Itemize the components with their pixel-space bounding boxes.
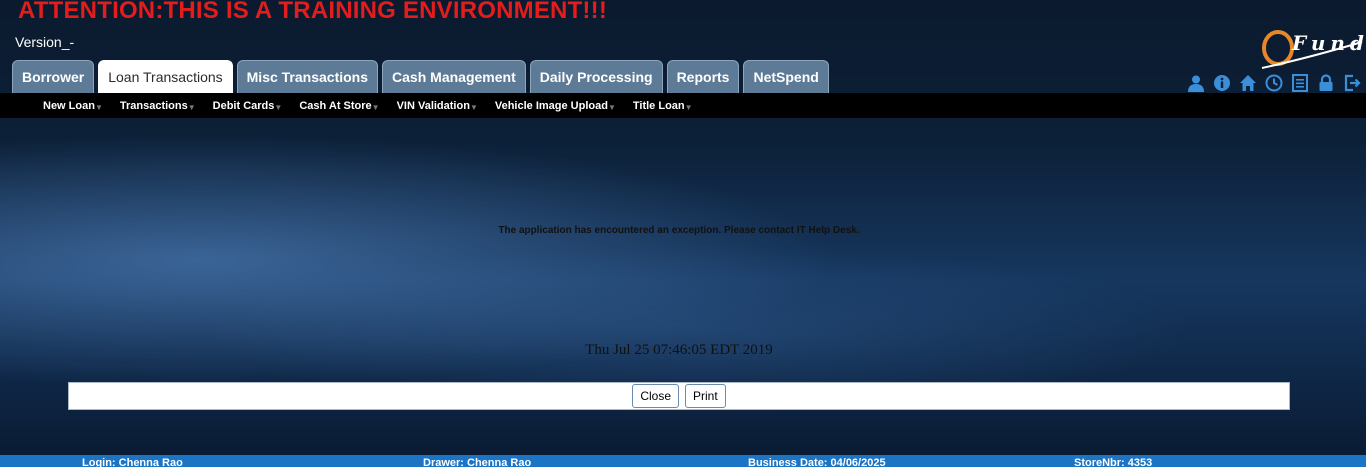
menu-vehicle-image-upload[interactable]: Vehicle Image Upload▼: [495, 100, 616, 112]
caret-down-icon: ▼: [684, 102, 693, 112]
top-icon-bar: [1186, 73, 1362, 93]
footer-business-date: Business Date: 04/06/2025: [748, 457, 886, 467]
tab-daily-processing[interactable]: Daily Processing: [529, 60, 663, 93]
menu-debit-cards[interactable]: Debit Cards▼: [213, 100, 283, 112]
lock-icon[interactable]: [1316, 73, 1336, 93]
caret-down-icon: ▼: [94, 102, 103, 112]
sub-navigation: New Loan▼ Transactions▼ Debit Cards▼ Cas…: [0, 93, 1366, 118]
tab-misc-transactions[interactable]: Misc Transactions: [236, 60, 379, 93]
menu-cash-at-store[interactable]: Cash At Store▼: [299, 100, 379, 112]
tab-cash-management[interactable]: Cash Management: [382, 60, 526, 93]
logo-text: Fund: [1292, 31, 1366, 55]
menu-vin-validation[interactable]: VIN Validation▼: [397, 100, 478, 112]
home-icon[interactable]: [1238, 73, 1258, 93]
clock-icon[interactable]: [1264, 73, 1284, 93]
tab-borrower[interactable]: Borrower: [12, 60, 95, 93]
version-label: Version_-: [15, 34, 75, 50]
close-button[interactable]: Close: [632, 384, 679, 408]
print-button[interactable]: Print: [685, 384, 726, 408]
logout-icon[interactable]: [1342, 73, 1362, 93]
list-icon[interactable]: [1290, 73, 1310, 93]
user-icon[interactable]: [1186, 73, 1206, 93]
caret-down-icon: ▼: [607, 102, 616, 112]
button-bar: Close Print: [68, 382, 1290, 410]
tab-loan-transactions[interactable]: Loan Transactions: [98, 60, 233, 93]
timestamp: Thu Jul 25 07:46:05 EDT 2019: [585, 342, 773, 358]
footer-store-number: StoreNbr: 4353: [1074, 457, 1153, 467]
main-tabs: Borrower Loan Transactions Misc Transact…: [12, 60, 829, 93]
footer-drawer: Drawer: Chenna Rao: [423, 457, 532, 467]
info-icon[interactable]: [1212, 73, 1232, 93]
footer-login: Login: Chenna Rao: [82, 457, 183, 467]
training-banner: ATTENTION:THIS IS A TRAINING ENVIRONMENT…: [18, 0, 608, 24]
tab-reports[interactable]: Reports: [666, 60, 740, 93]
caret-down-icon: ▼: [187, 102, 196, 112]
caret-down-icon: ▼: [469, 102, 478, 112]
status-footer: Login: Chenna Rao Drawer: Chenna Rao Bus…: [0, 455, 1366, 467]
error-message: The application has encountered an excep…: [498, 225, 860, 236]
menu-title-loan[interactable]: Title Loan▼: [633, 100, 693, 112]
qfund-logo: Fund: [1258, 28, 1364, 74]
tab-netspend[interactable]: NetSpend: [743, 60, 829, 93]
menu-new-loan[interactable]: New Loan▼: [43, 100, 103, 112]
caret-down-icon: ▼: [371, 102, 380, 112]
menu-transactions[interactable]: Transactions▼: [120, 100, 196, 112]
caret-down-icon: ▼: [274, 102, 283, 112]
